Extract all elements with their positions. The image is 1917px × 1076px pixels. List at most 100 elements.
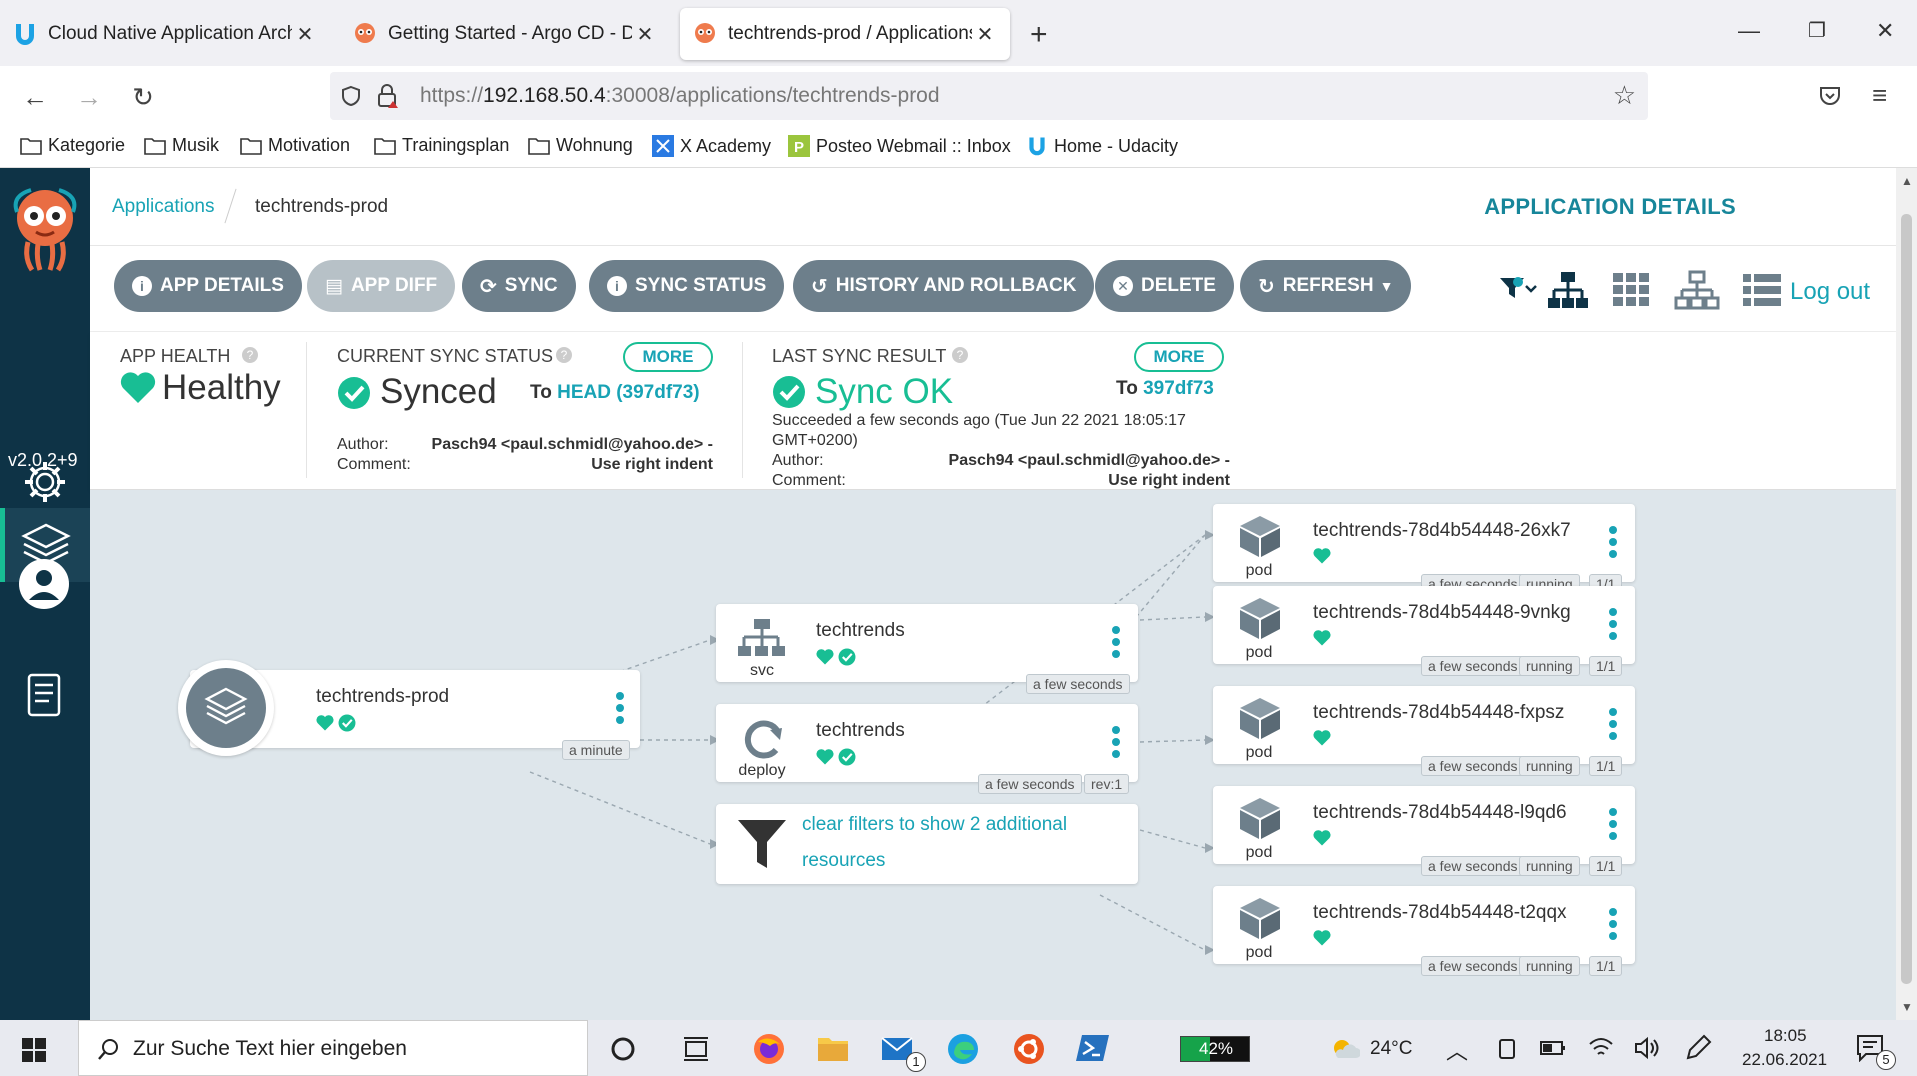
- more-menu-icon[interactable]: [616, 692, 624, 728]
- weather-icon[interactable]: [1330, 1036, 1360, 1062]
- minimize-icon[interactable]: —: [1738, 18, 1760, 44]
- age-tag: a few seconds: [1421, 656, 1525, 676]
- reload-icon[interactable]: ↻: [126, 80, 160, 114]
- breadcrumb-applications[interactable]: Applications: [112, 196, 214, 218]
- app-details-button[interactable]: i APP DETAILS: [114, 260, 302, 312]
- pocket-icon[interactable]: [1818, 84, 1842, 108]
- list-view-icon[interactable]: [1742, 272, 1782, 308]
- app-node[interactable]: techtrends-prod a minute: [178, 660, 640, 760]
- battery-icon[interactable]: [1540, 1040, 1566, 1056]
- wifi-icon[interactable]: [1588, 1036, 1614, 1060]
- chevron-up-icon[interactable]: ︿: [1446, 1034, 1468, 1066]
- app-diff-button[interactable]: ▤ APP DIFF: [307, 260, 456, 312]
- more-menu-icon[interactable]: [1609, 526, 1617, 562]
- file-explorer-icon[interactable]: [816, 1032, 850, 1064]
- pod-node[interactable]: pod techtrends-78d4b54448-fxpsz a few se…: [1213, 686, 1635, 776]
- close-tab-icon[interactable]: ✕: [972, 22, 998, 47]
- volume-icon[interactable]: [1634, 1036, 1660, 1060]
- bookmark-folder[interactable]: Trainingsplan: [374, 135, 509, 156]
- user-icon[interactable]: [18, 558, 70, 610]
- network-view-icon[interactable]: [1674, 270, 1720, 310]
- pod-node[interactable]: pod techtrends-78d4b54448-l9qd6 a few se…: [1213, 786, 1635, 876]
- scroll-down-icon[interactable]: ▼: [1901, 1000, 1913, 1014]
- device-icon[interactable]: [1496, 1038, 1518, 1060]
- docs-icon[interactable]: [26, 672, 64, 718]
- gear-icon[interactable]: [22, 459, 68, 505]
- firefox-icon[interactable]: [752, 1032, 786, 1066]
- temperature[interactable]: 24°C: [1370, 1038, 1412, 1060]
- browser-tab[interactable]: Cloud Native Application Archit ✕: [0, 8, 330, 60]
- address-bar[interactable]: https://192.168.50.4:30008/applications/…: [330, 72, 1648, 120]
- forward-icon[interactable]: →: [72, 80, 106, 114]
- pods-view-icon[interactable]: [1612, 272, 1650, 308]
- page-scrollbar[interactable]: ▲ ▼: [1896, 168, 1917, 1020]
- bookmark-link[interactable]: P Posteo Webmail :: Inbox: [788, 135, 1011, 157]
- last-sync-target-link[interactable]: 397df73: [1143, 378, 1214, 399]
- restore-icon[interactable]: ❐: [1808, 18, 1826, 43]
- more-menu-icon[interactable]: [1609, 908, 1617, 944]
- sync-more-button[interactable]: MORE: [623, 342, 713, 372]
- bookmark-link[interactable]: X Academy: [652, 135, 771, 157]
- task-view-icon[interactable]: [682, 1036, 710, 1062]
- browser-tab-active[interactable]: techtrends-prod / Applications ✕: [680, 8, 1010, 60]
- bookmark-folder[interactable]: Wohnung: [528, 135, 633, 156]
- clear-filters-link-resources[interactable]: resources: [802, 850, 885, 872]
- scrollbar-thumb[interactable]: [1901, 214, 1912, 984]
- help-icon[interactable]: ?: [952, 347, 968, 363]
- sync-target-link[interactable]: HEAD (397df73): [557, 382, 700, 403]
- svc-node[interactable]: svc techtrends a few seconds: [716, 604, 1138, 694]
- filter-node[interactable]: clear filters to show 2 additional resou…: [716, 804, 1138, 884]
- more-menu-icon[interactable]: [1112, 726, 1120, 762]
- history-rollback-button[interactable]: ↺ HISTORY AND ROLLBACK: [793, 260, 1095, 312]
- shield-icon[interactable]: [340, 85, 362, 107]
- more-menu-icon[interactable]: [1609, 708, 1617, 744]
- divider: [742, 342, 743, 478]
- pen-icon[interactable]: [1686, 1034, 1712, 1062]
- menu-icon[interactable]: ≡: [1872, 80, 1887, 111]
- back-icon[interactable]: ←: [18, 80, 52, 114]
- battery-widget[interactable]: 42%: [1180, 1036, 1250, 1062]
- argo-logo-icon[interactable]: [8, 182, 82, 274]
- bookmark-folder[interactable]: Kategorie: [20, 135, 125, 156]
- windows-start-icon[interactable]: [22, 1038, 46, 1062]
- lock-warning-icon[interactable]: [376, 83, 400, 109]
- deploy-node-status: [816, 748, 856, 766]
- ubuntu-icon[interactable]: [1012, 1032, 1046, 1066]
- scroll-up-icon[interactable]: ▲: [1901, 174, 1913, 188]
- pod-node[interactable]: pod techtrends-78d4b54448-t2qqx a few se…: [1213, 886, 1635, 976]
- bookmark-folder[interactable]: Musik: [144, 135, 219, 156]
- close-tab-icon[interactable]: ✕: [292, 22, 318, 47]
- pod-node[interactable]: pod techtrends-78d4b54448-9vnkg a few se…: [1213, 586, 1635, 676]
- new-tab-button[interactable]: +: [1030, 18, 1048, 52]
- last-sync-more-button[interactable]: MORE: [1134, 342, 1224, 372]
- help-icon[interactable]: ?: [242, 347, 258, 363]
- taskbar-search[interactable]: Zur Suche Text hier eingeben: [78, 1020, 588, 1076]
- browser-tab[interactable]: Getting Started - Argo CD - Dec ✕: [340, 8, 670, 60]
- bookmark-star-icon[interactable]: ☆: [1613, 80, 1636, 111]
- powershell-icon[interactable]: [1076, 1032, 1110, 1064]
- refresh-button[interactable]: ↻ REFRESH ▼: [1240, 260, 1412, 312]
- sync-button[interactable]: ⟳ SYNC: [462, 260, 576, 312]
- edge-icon[interactable]: [946, 1032, 980, 1066]
- more-menu-icon[interactable]: [1609, 608, 1617, 644]
- pod-node[interactable]: pod techtrends-78d4b54448-26xk7 a few se…: [1213, 504, 1635, 594]
- bookmark-link[interactable]: Home - Udacity: [1026, 135, 1178, 157]
- deploy-node[interactable]: deploy techtrends a few seconds rev:1: [716, 704, 1138, 794]
- delete-button[interactable]: ✕ DELETE: [1095, 260, 1234, 312]
- sync-status-button[interactable]: i SYNC STATUS: [589, 260, 785, 312]
- clock-time[interactable]: 18:05: [1764, 1026, 1807, 1046]
- clear-filters-link[interactable]: clear filters to show 2 additional: [802, 814, 1067, 836]
- more-menu-icon[interactable]: [1609, 808, 1617, 844]
- close-tab-icon[interactable]: ✕: [632, 22, 658, 47]
- tree-view-icon[interactable]: [1546, 270, 1590, 310]
- clock-date[interactable]: 22.06.2021: [1742, 1050, 1827, 1070]
- logout-link[interactable]: Log out: [1790, 278, 1870, 306]
- more-menu-icon[interactable]: [1112, 626, 1120, 662]
- bookmark-folder[interactable]: Motivation: [240, 135, 350, 156]
- svg-text:P: P: [794, 139, 804, 156]
- help-icon[interactable]: ?: [556, 347, 572, 363]
- history-icon: ↺: [811, 275, 828, 298]
- filter-icon[interactable]: [1498, 274, 1538, 304]
- cortana-icon[interactable]: [610, 1036, 636, 1062]
- close-window-icon[interactable]: ✕: [1876, 18, 1894, 44]
